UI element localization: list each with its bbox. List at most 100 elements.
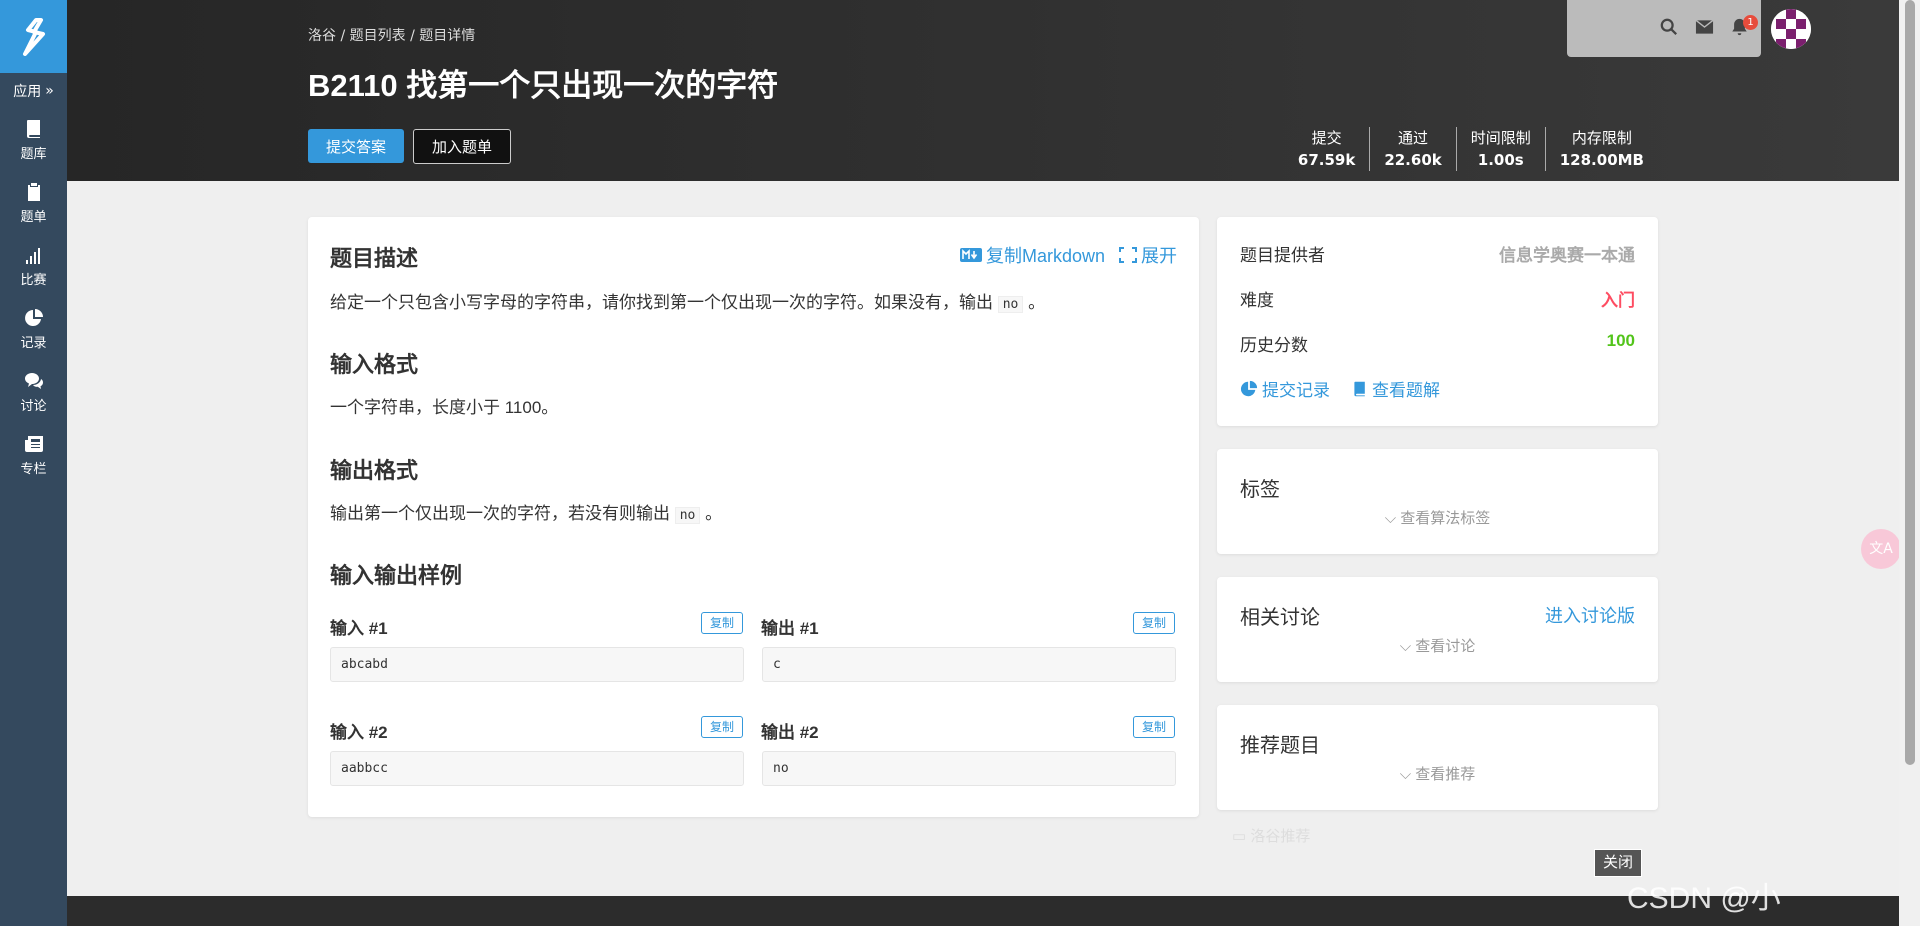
add-to-list-button[interactable]: 加入题单 (413, 129, 511, 164)
stat-time-limit: 时间限制 1.00s (1455, 127, 1545, 171)
provider-row: 题目提供者 信息学奥赛一本通 (1240, 241, 1635, 266)
solutions-link-label: 查看题解 (1372, 381, 1440, 400)
chevron-down-icon: ⌵ (1399, 766, 1416, 783)
stat-value: 67.59k (1297, 151, 1356, 169)
score-row: 历史分数 100 (1240, 331, 1635, 356)
difficulty-label: 难度 (1240, 291, 1274, 310)
description-text-end: 。 (1028, 293, 1046, 312)
chevron-down-icon: ⌵ (1384, 510, 1401, 527)
stat-accepted: 通过 22.60k (1369, 127, 1455, 171)
inline-code: no (674, 507, 701, 524)
sidebar-item-discuss[interactable]: 讨论 (0, 361, 67, 424)
problem-description-card: 题目描述 复制Markdown 展开 给定一个只包含小写字母的字符串，请你找到第… (308, 217, 1199, 817)
luogu-logo[interactable] (0, 0, 67, 73)
bar-chart-icon (25, 248, 40, 264)
output-format-heading: 输出格式 (330, 458, 419, 483)
provider-name[interactable]: 信息学奥赛一本通 (1499, 241, 1635, 266)
sidebar-item-label: 题库 (20, 147, 47, 162)
output-format-text-main: 输出第一个仅出现一次的字符，若没有则输出 (330, 504, 670, 523)
notification-badge: 1 (1743, 15, 1758, 30)
avatar-identicon (1771, 9, 1811, 49)
scrollbar-thumb[interactable] (1905, 0, 1915, 765)
sample-output-box[interactable]: no (762, 751, 1176, 786)
copy-markdown-label: 复制Markdown (985, 246, 1105, 266)
discussion-heading: 相关讨论 (1240, 607, 1320, 629)
double-chevron-right-icon: » (45, 83, 54, 99)
stat-submissions: 提交 67.59k (1284, 127, 1369, 171)
avatar[interactable] (1771, 9, 1811, 49)
info-links: 提交记录 查看题解 (1240, 376, 1635, 401)
sample-input-box[interactable]: aabbcc (330, 751, 744, 786)
copy-sample-button[interactable]: 复制 (1133, 716, 1175, 738)
clipboard-icon (27, 183, 40, 201)
view-solutions-link[interactable]: 查看题解 (1352, 376, 1440, 401)
tags-heading: 标签 (1240, 479, 1280, 501)
pie-chart-icon (24, 309, 43, 326)
luogu-recommend-text: 洛谷推荐 (1250, 828, 1311, 845)
book-icon (26, 120, 40, 138)
expand-button[interactable]: 展开 (1119, 242, 1177, 268)
comments-icon (24, 373, 43, 389)
copy-sample-button[interactable]: 复制 (701, 716, 743, 738)
watermark: CSDN @小 (1627, 882, 1781, 915)
difficulty-value: 入门 (1601, 291, 1635, 310)
copy-sample-button[interactable]: 复制 (701, 612, 743, 634)
sample-input-box[interactable]: abcabd (330, 647, 744, 682)
sidebar-item-label: 比赛 (20, 273, 47, 288)
app-toggle[interactable]: 应用 » (0, 73, 67, 109)
show-discussion-label: 查看讨论 (1415, 638, 1476, 655)
sidebar-item-label: 题单 (20, 210, 47, 225)
stat-value: 128.00MB (1559, 151, 1644, 169)
discussion-card: 相关讨论 进入讨论版 ⌵ 查看讨论 (1217, 577, 1658, 682)
input-format-heading: 输入格式 (330, 352, 419, 377)
sample-output-box[interactable]: c (762, 647, 1176, 682)
show-discussion-toggle[interactable]: ⌵ 查看讨论 (1217, 635, 1658, 656)
book-icon (1354, 381, 1365, 396)
chevron-down-icon: ⌵ (1399, 638, 1416, 655)
expand-icon (1119, 247, 1137, 263)
sample-input-label: 输入 #1 (330, 619, 388, 638)
description-heading: 题目描述 (330, 246, 419, 271)
footer (67, 896, 1899, 926)
submit-answer-button[interactable]: 提交答案 (308, 129, 404, 163)
sidebar-item-label: 讨论 (20, 399, 47, 414)
mail-icon[interactable] (1695, 19, 1714, 35)
stat-label: 时间限制 (1470, 129, 1531, 147)
translate-button[interactable]: 文A (1861, 529, 1901, 569)
show-tags-toggle[interactable]: ⌵ 查看算法标签 (1217, 507, 1658, 528)
records-link-label: 提交记录 (1262, 381, 1330, 400)
sidebar-item-label: 专栏 (20, 462, 47, 477)
tags-card: 标签 ⌵ 查看算法标签 (1217, 449, 1658, 554)
sidebar-item-contests[interactable]: 比赛 (0, 235, 67, 298)
stat-value: 22.60k (1384, 151, 1442, 169)
description-actions: 复制Markdown 展开 (959, 242, 1177, 268)
sample-output-label: 输出 #1 (761, 619, 819, 638)
sidebar-item-label: 记录 (20, 336, 47, 351)
expand-label: 展开 (1141, 246, 1177, 266)
stat-label: 内存限制 (1571, 129, 1632, 147)
sample-input-label: 输入 #2 (330, 723, 388, 742)
show-tags-label: 查看算法标签 (1400, 510, 1491, 527)
sidebar: 应用 » 题库 题单 比赛 记录 讨论 专栏 (0, 0, 67, 926)
output-format-text: 输出第一个仅出现一次的字符，若没有则输出 no 。 (330, 499, 722, 524)
sidebar-item-problems[interactable]: 题库 (0, 109, 67, 172)
stat-memory-limit: 内存限制 128.00MB (1544, 127, 1658, 171)
show-recommend-toggle[interactable]: ⌵ 查看推荐 (1217, 763, 1658, 784)
description-text: 给定一个只包含小写字母的字符串，请你找到第一个仅出现一次的字符。如果没有，输出 … (330, 288, 1045, 313)
sidebar-item-records[interactable]: 记录 (0, 298, 67, 361)
inline-code: no (997, 296, 1024, 313)
search-icon[interactable] (1660, 18, 1678, 36)
page-title: B2110 找第一个只出现一次的字符 (308, 68, 779, 103)
description-text-main: 给定一个只包含小写字母的字符串，请你找到第一个仅出现一次的字符。如果没有，输出 (330, 293, 993, 312)
ad-icon: ▭ (1232, 828, 1251, 845)
sidebar-item-lists[interactable]: 题单 (0, 172, 67, 235)
enter-discussion-link[interactable]: 进入讨论版 (1545, 602, 1635, 628)
breadcrumb[interactable]: 洛谷 / 题目列表 / 题目详情 (308, 25, 475, 45)
app-label: 应用 (13, 84, 42, 100)
sidebar-item-blog[interactable]: 专栏 (0, 424, 67, 487)
output-format-text-end: 。 (705, 504, 723, 523)
copy-sample-button[interactable]: 复制 (1133, 612, 1175, 634)
copy-markdown-button[interactable]: 复制Markdown (959, 242, 1105, 268)
samples-heading: 输入输出样例 (330, 563, 463, 588)
submission-records-link[interactable]: 提交记录 (1240, 376, 1330, 401)
